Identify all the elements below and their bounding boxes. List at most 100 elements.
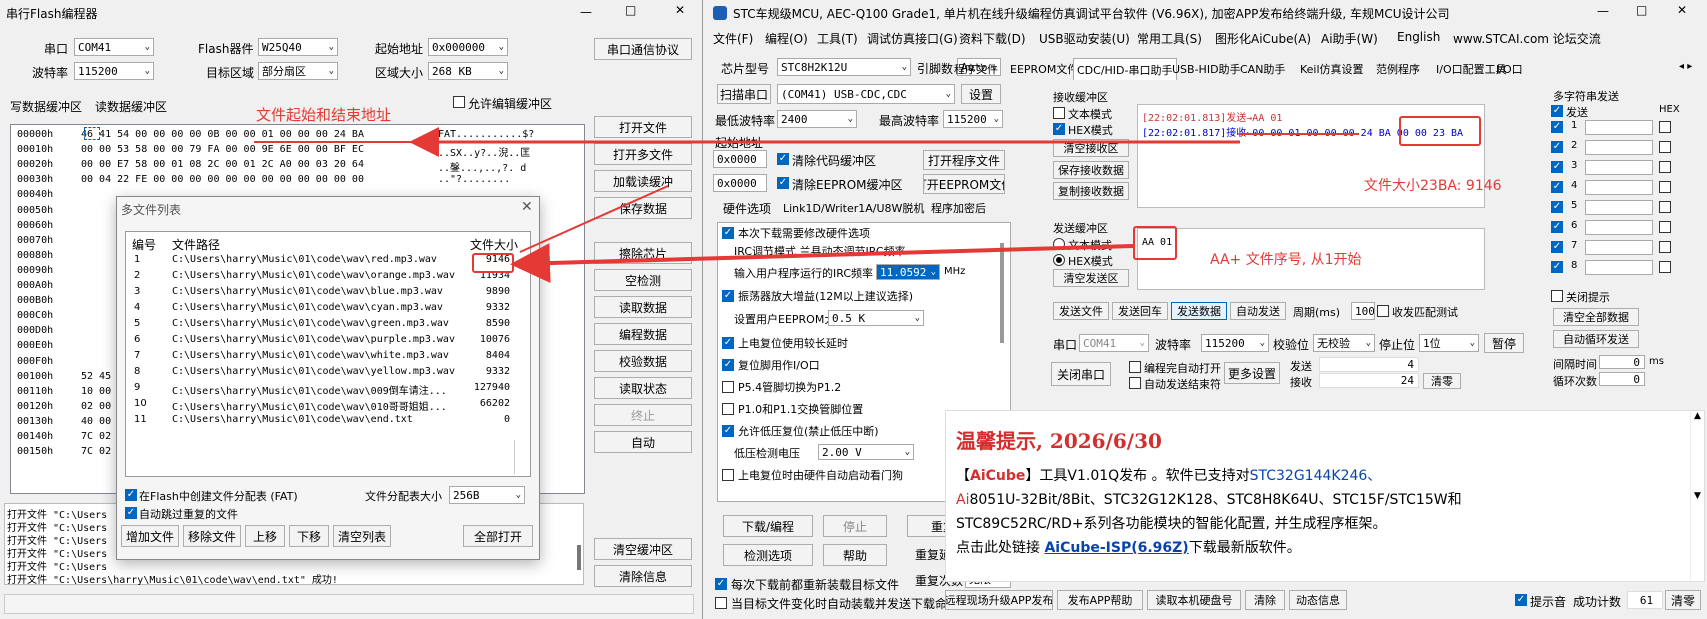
tab-item[interactable]: EEPROM文件 [1007, 58, 1081, 80]
file-list-table[interactable]: 编号 文件路径 文件大小 1 C:\Users\harry\Music\01\co… [125, 231, 531, 477]
multi-send-checkbox[interactable]: ✓ [1551, 221, 1563, 233]
menu-item[interactable]: 图形化AiCube(A) [1215, 30, 1311, 47]
stop-button[interactable]: 停止 [823, 515, 887, 537]
clear-list-button[interactable]: 清空列表 [333, 525, 391, 547]
skip-dup-checkbox[interactable]: ✓ [125, 507, 137, 519]
irc-freq-select[interactable]: 11.0592 ⌄ [876, 264, 940, 280]
hex-mode-checkbox[interactable]: ✓ [1053, 123, 1065, 135]
side-button[interactable]: 终止 [594, 404, 692, 426]
auto-send-button[interactable]: 自动发送 [1230, 302, 1286, 320]
send-all-checkbox[interactable]: ✓ [1551, 105, 1563, 117]
multi-hex-checkbox[interactable] [1659, 261, 1671, 273]
multi-send-checkbox[interactable]: ✓ [1551, 181, 1563, 193]
menu-item[interactable]: 文件(F) [713, 30, 753, 47]
start-addr-select[interactable]: 0x000000 ⌄ [428, 38, 508, 56]
lv-select[interactable]: 2.00 V ⌄ [818, 444, 914, 460]
close-tip-checkbox[interactable] [1551, 290, 1563, 302]
multi-send-input[interactable] [1585, 160, 1653, 175]
col-num-header[interactable]: 编号 [132, 236, 156, 253]
clear-eeprom-checkbox[interactable]: ✓ [777, 177, 789, 189]
multi-hex-checkbox[interactable] [1659, 241, 1671, 253]
bottom-button[interactable]: 读取本机硬盘号 [1147, 590, 1241, 610]
tab-item[interactable]: 程序文件 [951, 58, 1001, 80]
add-file-button[interactable]: 增加文件 [121, 525, 179, 547]
option-checkbox[interactable]: ✓ [722, 290, 734, 302]
side-button[interactable]: 读取状态 [594, 377, 692, 399]
multi-hex-checkbox[interactable] [1659, 181, 1671, 193]
prog-encrypt-tab[interactable]: 程序加密后 [931, 200, 986, 216]
bottom-button[interactable]: 远程现场升级APP发布 [945, 590, 1053, 610]
options-scrollbar[interactable] [1000, 243, 1004, 343]
open-all-button[interactable]: 全部打开 [463, 525, 533, 547]
menu-item[interactable]: English [1397, 30, 1440, 44]
multi-send-input[interactable] [1585, 260, 1653, 275]
multi-send-input[interactable] [1585, 180, 1653, 195]
baud-select[interactable]: 115200 ⌄ [74, 62, 154, 80]
multi-hex-checkbox[interactable] [1659, 161, 1671, 173]
multi-send-checkbox[interactable]: ✓ [1551, 141, 1563, 153]
col-size-header[interactable]: 文件大小 [470, 236, 518, 253]
tab-write-buffer[interactable]: 写数据缓冲区 [10, 98, 82, 115]
multi-send-checkbox[interactable]: ✓ [1551, 121, 1563, 133]
port-select[interactable]: (COM41) USB-CDC,CDC ⌄ [777, 84, 955, 104]
side-button[interactable]: 打开文件 [594, 116, 692, 138]
multi-hex-checkbox[interactable] [1659, 121, 1671, 133]
option-checkbox[interactable]: ✓ [722, 337, 734, 349]
menu-item[interactable]: USB驱动安装(U) [1039, 30, 1130, 47]
reload-change-checkbox[interactable] [715, 597, 727, 609]
option-checkbox[interactable] [722, 403, 734, 415]
side-button[interactable]: 保存数据 [594, 197, 692, 219]
menu-item[interactable]: www.STCAI.com 论坛交流 [1453, 30, 1601, 47]
side-button[interactable]: 校验数据 [594, 350, 692, 372]
tab-read-buffer[interactable]: 读数据缓冲区 [95, 98, 167, 115]
multi-hex-checkbox[interactable] [1659, 221, 1671, 233]
auto-close-checkbox[interactable] [1129, 377, 1141, 389]
auto-open-checkbox[interactable] [1129, 361, 1141, 373]
menu-item[interactable]: 调试仿真接口(G) [867, 30, 958, 47]
tab-scroll-icons[interactable]: ◂ ▸ [1679, 61, 1692, 72]
col-path-header[interactable]: 文件路径 [172, 236, 220, 253]
save-recv-button[interactable]: 保存接收数据 [1053, 161, 1129, 179]
side-button[interactable]: 擦除芯片 [594, 242, 692, 264]
multi-hex-checkbox[interactable] [1659, 141, 1671, 153]
multi-send-input[interactable] [1585, 140, 1653, 155]
more-settings-button[interactable]: 更多设置 [1224, 362, 1280, 384]
port-select-2[interactable]: COM41 ⌄ [1079, 334, 1149, 352]
open-program-button[interactable]: 打开程序文件 [923, 150, 1005, 170]
minimize-icon[interactable]: — [1597, 4, 1609, 18]
min-baud-select[interactable]: 2400 ⌄ [777, 110, 857, 128]
close-icon[interactable]: ✕ [675, 3, 685, 17]
reload-each-checkbox[interactable]: ✓ [715, 578, 727, 590]
side-button[interactable]: 加载读缓冲 [594, 170, 692, 192]
option-checkbox[interactable] [722, 381, 734, 393]
clear-code-checkbox[interactable]: ✓ [777, 153, 789, 165]
tab-item[interactable]: I/O口 [1493, 58, 1526, 80]
close-port-button[interactable]: 关闭串口 [1051, 362, 1111, 386]
menu-item[interactable]: 常用工具(S) [1137, 30, 1202, 47]
dialog-close-icon[interactable]: ✕ [521, 199, 533, 215]
bottom-button[interactable]: 清除 [1245, 590, 1285, 610]
clear-buffer-button[interactable]: 清空缓冲区 [594, 538, 692, 560]
recv-match-checkbox[interactable] [1377, 305, 1389, 317]
send-hex-radio[interactable] [1053, 254, 1065, 266]
minimize-icon[interactable]: — [580, 5, 592, 19]
pause-button[interactable]: 暂停 [1484, 333, 1524, 353]
close-icon[interactable]: ✕ [1677, 3, 1687, 17]
create-fat-checkbox[interactable]: ✓ [125, 489, 137, 501]
maximize-icon[interactable]: □ [1636, 3, 1647, 17]
text-mode-checkbox[interactable] [1053, 107, 1065, 119]
serial-port-select[interactable]: COM41 ⌄ [74, 38, 154, 56]
addr2-input[interactable]: 0x0000 [713, 174, 767, 192]
clear-all-button[interactable]: 清空全部数据 [1553, 308, 1639, 326]
clear-info-button[interactable]: 清除信息 [594, 565, 692, 587]
eeprom-size-select[interactable]: 0.5 K ⌄ [828, 310, 924, 326]
option-checkbox[interactable]: ✓ [722, 227, 734, 239]
log-scrollbar[interactable] [577, 545, 581, 570]
download-button[interactable]: 下载/编程 [723, 515, 813, 537]
beep-checkbox[interactable]: ✓ [1515, 594, 1527, 606]
move-up-button[interactable]: 上移 [245, 525, 285, 547]
baud-select-2[interactable]: 115200 ⌄ [1201, 334, 1269, 352]
tab-item[interactable]: USB-HID助手 [1169, 58, 1244, 80]
open-eeprom-button[interactable]: 打开EEPROM文件 [923, 174, 1005, 194]
option-checkbox[interactable] [722, 469, 734, 481]
